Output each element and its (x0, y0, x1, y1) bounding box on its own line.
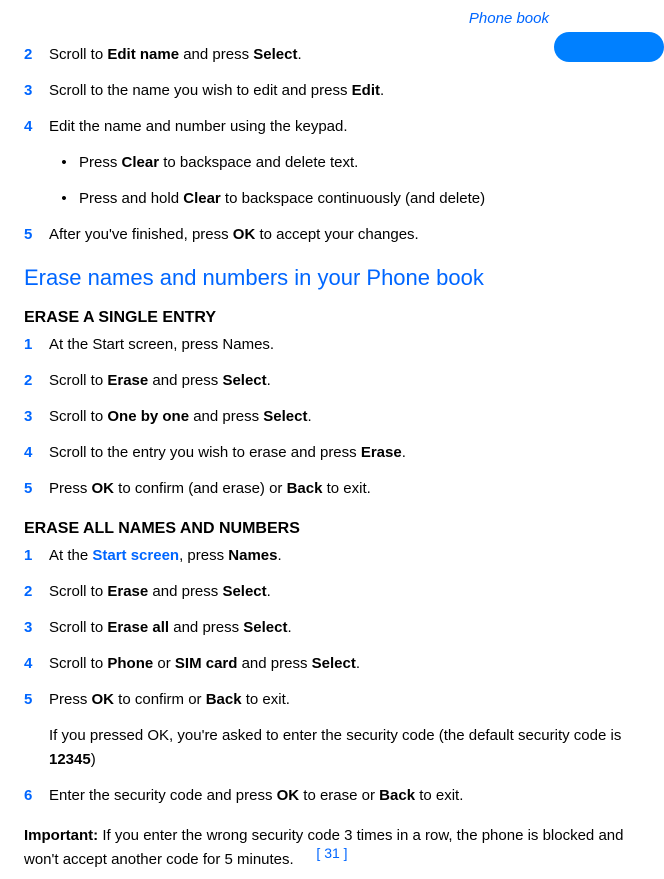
erase-all-step-2: 2 Scroll to Erase and press Select. (24, 580, 634, 604)
erase-all-section: ERASE ALL NAMES AND NUMBERS 1 At the Sta… (24, 517, 634, 808)
step-number: 3 (24, 405, 49, 429)
step-text: After you've finished, press OK to accep… (49, 223, 634, 247)
bullet-icon: • (49, 187, 79, 211)
step-number: 4 (24, 441, 49, 465)
step-4-edit-keypad: 4 Edit the name and number using the key… (24, 115, 634, 139)
bullet-clear-hold: • Press and hold Clear to backspace cont… (49, 187, 634, 211)
erase-all-step-4: 4 Scroll to Phone or SIM card and press … (24, 652, 634, 676)
step-text: Scroll to Erase and press Select. (49, 580, 634, 604)
bullet-icon: • (49, 151, 79, 175)
step-number: 5 (24, 688, 49, 712)
step-text: Scroll to the name you wish to edit and … (49, 79, 634, 103)
header-title: Phone book (24, 8, 634, 31)
erase-all-step-5: 5 Press OK to confirm or Back to exit. (24, 688, 634, 712)
erase-single-section: ERASE A SINGLE ENTRY 1 At the Start scre… (24, 306, 634, 501)
step-number: 4 (24, 115, 49, 139)
step-text: At the Start screen, press Names. (49, 544, 634, 568)
step-text: At the Start screen, press Names. (49, 333, 634, 357)
erase-all-step-6: 6 Enter the security code and press OK t… (24, 784, 634, 808)
subsection-heading-single: ERASE A SINGLE ENTRY (24, 306, 634, 330)
step-text: Press OK to confirm or Back to exit. (49, 688, 634, 712)
step-number: 2 (24, 580, 49, 604)
step-number: 2 (24, 43, 49, 67)
step-number: 1 (24, 544, 49, 568)
step-text: Scroll to Phone or SIM card and press Se… (49, 652, 634, 676)
erase-single-step-1: 1 At the Start screen, press Names. (24, 333, 634, 357)
start-screen-link[interactable]: Start screen (92, 547, 179, 564)
erase-all-step-3: 3 Scroll to Erase all and press Select. (24, 616, 634, 640)
step-number: 5 (24, 223, 49, 247)
step-number: 5 (24, 477, 49, 501)
section-heading-erase: Erase names and numbers in your Phone bo… (24, 261, 634, 294)
erase-single-step-3: 3 Scroll to One by one and press Select. (24, 405, 634, 429)
page-number: [ 31 ] (0, 843, 664, 864)
security-code-note: If you pressed OK, you're asked to enter… (49, 724, 634, 772)
erase-single-step-2: 2 Scroll to Erase and press Select. (24, 369, 634, 393)
erase-single-step-5: 5 Press OK to confirm (and erase) or Bac… (24, 477, 634, 501)
step-text: Press OK to confirm (and erase) or Back … (49, 477, 634, 501)
important-label: Important: (24, 827, 98, 844)
step-text: Scroll to Erase all and press Select. (49, 616, 634, 640)
step-5-finish: 5 After you've finished, press OK to acc… (24, 223, 634, 247)
step-number: 1 (24, 333, 49, 357)
subsection-heading-all: ERASE ALL NAMES AND NUMBERS (24, 517, 634, 541)
step-text: Scroll to the entry you wish to erase an… (49, 441, 634, 465)
step-number: 6 (24, 784, 49, 808)
step-number: 4 (24, 652, 49, 676)
step-3-scroll-name: 3 Scroll to the name you wish to edit an… (24, 79, 634, 103)
page-tab-marker (554, 32, 664, 62)
step-text: Edit the name and number using the keypa… (49, 115, 634, 139)
erase-all-step-1: 1 At the Start screen, press Names. (24, 544, 634, 568)
page-header: Phone book (24, 8, 634, 38)
step-text: Scroll to Edit name and press Select. (49, 43, 634, 67)
erase-single-step-4: 4 Scroll to the entry you wish to erase … (24, 441, 634, 465)
bullet-clear-backspace: • Press Clear to backspace and delete te… (49, 151, 634, 175)
bullet-text: Press and hold Clear to backspace contin… (79, 187, 634, 211)
bullet-text: Press Clear to backspace and delete text… (79, 151, 634, 175)
step-number: 2 (24, 369, 49, 393)
step-text: Scroll to One by one and press Select. (49, 405, 634, 429)
step-number: 3 (24, 616, 49, 640)
step-number: 3 (24, 79, 49, 103)
step-2-edit-name: 2 Scroll to Edit name and press Select. (24, 43, 634, 67)
step-text: Scroll to Erase and press Select. (49, 369, 634, 393)
step-text: Enter the security code and press OK to … (49, 784, 634, 808)
